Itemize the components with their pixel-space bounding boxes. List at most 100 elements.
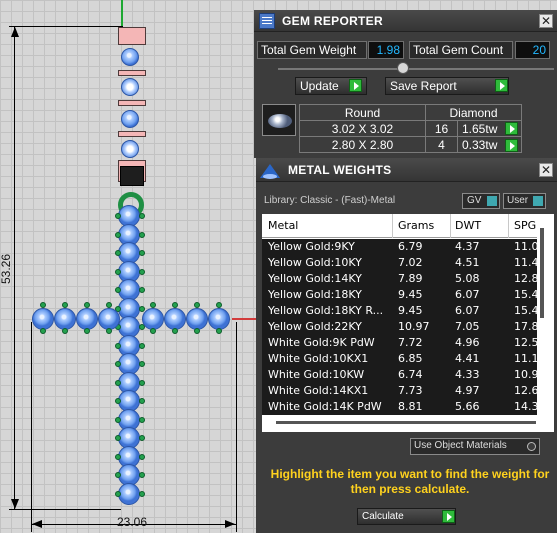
metal-weights-titlebar[interactable]: METAL WEIGHTS ✕ xyxy=(256,158,557,182)
table-row[interactable]: 2.80 X 2.80 4 0.33tw xyxy=(299,136,522,153)
metal-table-header: Metal Grams DWT SPG xyxy=(262,214,537,238)
spg-value: 12.59 xyxy=(514,336,537,349)
prong xyxy=(139,398,145,404)
dwt-value: 4.37 xyxy=(455,240,480,253)
col-spg[interactable]: SPG xyxy=(514,214,536,238)
dwt-value: 6.07 xyxy=(455,304,480,317)
dimension-arrow-right xyxy=(225,520,235,528)
cross-gem[interactable] xyxy=(98,308,120,330)
close-icon[interactable]: ✕ xyxy=(539,163,553,177)
use-object-materials-toggle[interactable]: Use Object Materials xyxy=(410,438,540,455)
prong xyxy=(139,213,145,219)
table-row[interactable]: White Gold:14KX1 7.73 4.97 12.61 xyxy=(262,383,537,399)
grams-value: 8.81 xyxy=(398,400,423,413)
cross-gem[interactable] xyxy=(118,482,140,505)
spg-value: 12.61 xyxy=(514,384,537,397)
spg-value: 11.45 xyxy=(514,256,537,269)
gem-count: 16 xyxy=(425,120,458,137)
table-row[interactable]: 3.02 X 3.02 16 1.65tw xyxy=(299,120,522,137)
metal-name: Yellow Gold:9KY xyxy=(268,240,355,253)
cross-gem[interactable] xyxy=(142,308,164,330)
top-gem-4[interactable] xyxy=(121,140,139,158)
col-metal[interactable]: Metal xyxy=(268,214,392,238)
table-row[interactable]: Yellow Gold:9KY 6.79 4.37 11.08 xyxy=(262,239,537,255)
spg-value: 15.41 xyxy=(514,288,537,301)
dwt-value: 6.07 xyxy=(455,288,480,301)
dwt-value: 5.66 xyxy=(455,400,480,413)
gem-reporter-divider-slider[interactable] xyxy=(278,68,554,70)
vertical-scrollbar[interactable] xyxy=(540,228,544,318)
table-row[interactable]: Yellow Gold:22KY 10.97 7.05 17.89 xyxy=(262,319,537,335)
bail-connector[interactable] xyxy=(120,166,144,186)
prong xyxy=(115,416,121,423)
horizontal-scrollbar[interactable] xyxy=(276,421,536,424)
spg-value: 10.99 xyxy=(514,368,537,381)
y-axis-line xyxy=(121,0,123,28)
top-gem-1[interactable] xyxy=(121,48,139,66)
prong xyxy=(115,490,121,497)
table-row[interactable]: White Gold:9K PdW 7.72 4.96 12.59 xyxy=(262,335,537,351)
setting-bar-3 xyxy=(118,131,146,137)
prong xyxy=(115,453,121,460)
table-row[interactable]: Yellow Gold:18KY 9.45 6.07 15.41 xyxy=(262,287,537,303)
prong xyxy=(194,302,200,308)
cross-gem[interactable] xyxy=(186,308,208,330)
table-row[interactable]: Yellow Gold:14KY 7.89 5.08 12.88 xyxy=(262,271,537,287)
row1-play-icon[interactable] xyxy=(505,122,518,135)
save-report-play-icon[interactable] xyxy=(495,79,508,92)
prong xyxy=(62,302,68,308)
gem-table-header-type: Diamond xyxy=(425,104,522,121)
cross-gem[interactable] xyxy=(76,308,98,330)
prong xyxy=(84,328,90,334)
calculate-play-icon[interactable] xyxy=(442,510,455,523)
cross-gem[interactable] xyxy=(32,308,54,330)
save-report-button[interactable]: Save Report xyxy=(385,77,509,95)
dimension-vertical-ext-top xyxy=(9,26,123,27)
dimension-vertical-line xyxy=(14,26,15,510)
top-gem-3[interactable] xyxy=(121,110,139,128)
col-divider xyxy=(508,214,509,238)
metal-name: Yellow Gold:18KY xyxy=(268,288,362,301)
library-label: Library: Classic - (Fast)-Metal xyxy=(264,195,396,206)
top-setting-cap[interactable] xyxy=(118,27,146,45)
gem-reporter-titlebar[interactable]: GEM REPORTER ✕ xyxy=(254,10,557,32)
col-divider xyxy=(392,214,393,238)
spg-value: 14.37 xyxy=(514,400,537,413)
update-play-icon[interactable] xyxy=(349,79,362,92)
spg-value: 17.89 xyxy=(514,320,537,333)
col-dwt[interactable]: DWT xyxy=(455,214,481,238)
top-gem-2[interactable] xyxy=(121,78,139,96)
prong xyxy=(139,361,145,367)
close-icon[interactable]: ✕ xyxy=(539,14,553,28)
cross-gem[interactable] xyxy=(208,308,230,330)
metal-weights-table[interactable]: Metal Grams DWT SPG Yellow Gold:9KY 6.79 4… xyxy=(262,214,554,432)
table-row[interactable]: Yellow Gold:18KY R... 9.45 6.07 15.41 xyxy=(262,303,537,319)
prong xyxy=(139,435,145,441)
radio-icon xyxy=(527,442,536,451)
table-row[interactable]: White Gold:10KW 6.74 4.33 10.99 xyxy=(262,367,537,383)
diamond-thumbnail-icon xyxy=(262,104,296,136)
table-row[interactable]: White Gold:10KX1 6.85 4.41 11.18 xyxy=(262,351,537,367)
user-label: User xyxy=(507,195,529,206)
gem-reporter-panel: GEM REPORTER ✕ Total Gem Weight 1.98 Tot… xyxy=(254,10,557,158)
col-grams[interactable]: Grams xyxy=(398,214,434,238)
prong xyxy=(172,302,178,308)
user-toggle[interactable]: User xyxy=(503,193,546,209)
gem-table-header: Round Diamond xyxy=(299,104,522,121)
table-row[interactable]: White Gold:14K PdW 8.81 5.66 14.37 xyxy=(262,399,537,415)
slider-knob-icon[interactable] xyxy=(397,62,409,74)
gv-toggle[interactable]: GV xyxy=(462,193,500,209)
cross-gem[interactable] xyxy=(164,308,186,330)
cross-gem[interactable] xyxy=(54,308,76,330)
prong xyxy=(139,231,145,238)
metal-weights-title: METAL WEIGHTS xyxy=(288,163,392,177)
table-row[interactable]: Yellow Gold:10KY 7.02 4.51 11.45 xyxy=(262,255,537,271)
prong xyxy=(115,379,121,386)
prong xyxy=(40,328,46,334)
prong xyxy=(194,328,200,334)
row2-play-icon[interactable] xyxy=(505,139,518,152)
prong xyxy=(139,379,145,386)
grams-value: 6.74 xyxy=(398,368,423,381)
metal-name: Yellow Gold:18KY R... xyxy=(268,304,384,317)
metal-name: White Gold:14KX1 xyxy=(268,384,369,397)
